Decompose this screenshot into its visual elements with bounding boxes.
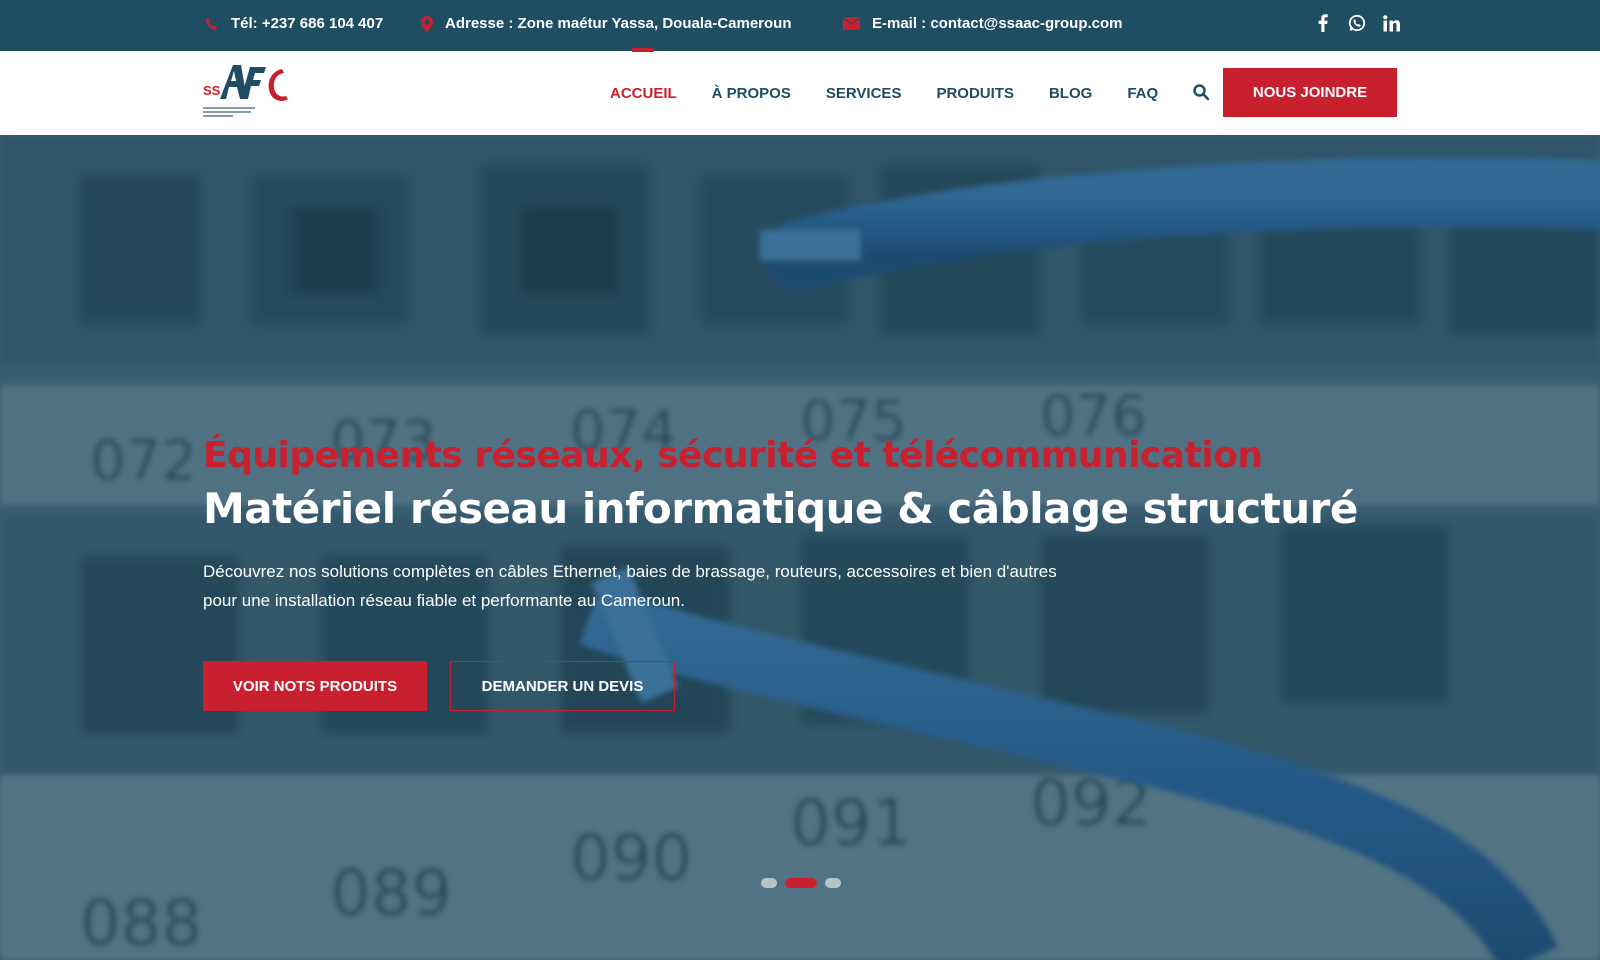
top-contact-bar: Tél: +237 686 104 407 Adresse : Zone maé…	[0, 0, 1600, 51]
nav-item-faq[interactable]: FAQ	[1127, 85, 1158, 102]
facebook-icon[interactable]	[1313, 13, 1333, 33]
slider-dot-1[interactable]	[761, 878, 777, 888]
nav-item-blog[interactable]: BLOG	[1049, 85, 1092, 102]
main-nav: ACCUEIL À PROPOS SERVICES PRODUITS BLOG …	[610, 47, 1193, 135]
join-button[interactable]: NOUS JOINDRE	[1223, 68, 1397, 117]
nav-item-accueil[interactable]: ACCUEIL	[610, 47, 677, 102]
phone-contact[interactable]: Tél: +237 686 104 407	[205, 15, 383, 32]
whatsapp-icon[interactable]	[1347, 13, 1367, 33]
hero-kicker: Équipements réseaux, sécurité et télécom…	[203, 435, 1263, 476]
hero-slider: 072 073 074 075 076 088 089 090 091 092	[0, 135, 1600, 960]
email-contact[interactable]: E-mail : contact@ssaac-group.com	[843, 15, 1123, 32]
address-contact: Adresse : Zone maétur Yassa, Douala-Came…	[421, 15, 792, 32]
nav-item-a-propos[interactable]: À PROPOS	[712, 85, 791, 102]
map-pin-icon	[421, 15, 433, 32]
request-quote-button[interactable]: DEMANDER UN DEVIS	[450, 661, 675, 711]
address-text: Adresse : Zone maétur Yassa, Douala-Came…	[445, 15, 792, 32]
social-links	[1313, 13, 1401, 33]
hero-description-line2: pour une installation réseau fiable et p…	[203, 591, 685, 610]
site-logo[interactable]: SS	[203, 59, 293, 125]
view-products-button[interactable]: VOIR NOTS PRODUITS	[203, 661, 427, 711]
phone-text: Tél: +237 686 104 407	[231, 15, 384, 32]
slider-dot-2[interactable]	[785, 878, 817, 888]
nav-item-services[interactable]: SERVICES	[826, 85, 902, 102]
envelope-icon	[843, 17, 860, 30]
search-icon[interactable]	[1191, 82, 1211, 102]
hero-headline: Matériel réseau informatique & câblage s…	[203, 484, 1358, 533]
nav-item-produits[interactable]: PRODUITS	[936, 85, 1014, 102]
hero-description-line1: Découvrez nos solutions complètes en câb…	[203, 562, 1057, 581]
slider-pagination	[761, 878, 841, 888]
hero-cta-row: VOIR NOTS PRODUITS DEMANDER UN DEVIS	[203, 661, 675, 711]
slider-dot-3[interactable]	[825, 878, 841, 888]
svg-text:SS: SS	[203, 83, 221, 98]
main-header: SS ACCUEIL À PROPOS SERVICES PRODUITS BL…	[0, 47, 1600, 135]
hero-description: Découvrez nos solutions complètes en câb…	[203, 557, 1103, 615]
linkedin-icon[interactable]	[1381, 13, 1401, 33]
phone-icon	[205, 17, 219, 31]
email-text: E-mail : contact@ssaac-group.com	[872, 15, 1123, 32]
hero-content: Équipements réseaux, sécurité et télécom…	[203, 435, 1358, 615]
